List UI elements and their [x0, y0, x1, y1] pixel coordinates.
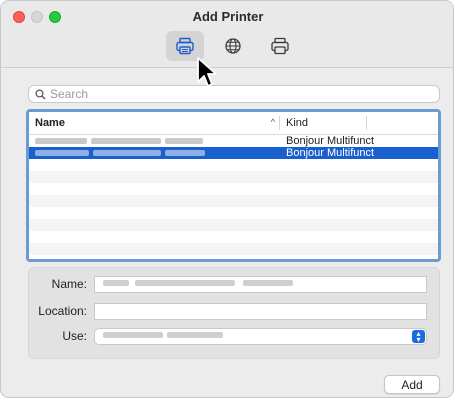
redacted-text [165, 138, 203, 144]
column-divider [366, 116, 367, 130]
location-label: Location: [38, 304, 87, 318]
redacted-text [165, 150, 205, 156]
redacted-text [135, 280, 235, 286]
redacted-text [91, 138, 161, 144]
empty-row [29, 231, 438, 243]
location-field[interactable] [94, 303, 427, 320]
column-name-label: Name [35, 117, 65, 129]
redacted-text [103, 280, 129, 286]
column-header-name[interactable]: Name ^ [29, 117, 279, 129]
redacted-text [93, 150, 161, 156]
sort-ascending-icon: ^ [270, 117, 275, 127]
printer-kind-cell: Bonjour Multifunct [286, 135, 375, 147]
empty-row [29, 195, 438, 207]
name-label: Name: [51, 277, 87, 291]
add-printer-window: Add Printer Search Name ^ Kind Bonjour M… [0, 0, 454, 398]
search-input[interactable] [50, 87, 410, 101]
redacted-text [35, 138, 87, 144]
redacted-text [35, 150, 89, 156]
name-field[interactable] [94, 276, 427, 293]
redacted-text [243, 280, 293, 286]
add-button[interactable]: Add [384, 375, 440, 394]
redacted-text [167, 332, 223, 338]
printer-outline-icon [270, 37, 290, 55]
printer-details-panel: Name: Location: Use: ▴ ▾ [28, 267, 440, 359]
empty-row [29, 159, 438, 171]
chevron-up-down-icon: ▴ ▾ [412, 329, 425, 343]
toolbar-windows-button[interactable] [261, 31, 299, 61]
mouse-pointer-icon [196, 56, 220, 93]
printer-name-cell [29, 147, 280, 159]
printer-icon [175, 37, 195, 55]
use-driver-select[interactable]: ▴ ▾ [94, 328, 427, 345]
printer-kind-cell: Bonjour Multifunct [286, 147, 375, 159]
use-label: Use: [62, 329, 87, 343]
printer-list[interactable]: Name ^ Kind Bonjour Multifunct Bonjour M… [26, 109, 441, 262]
empty-row [29, 171, 438, 183]
table-header: Name ^ Kind [29, 112, 438, 135]
redacted-text [103, 332, 163, 338]
globe-icon [224, 37, 242, 55]
empty-row [29, 219, 438, 231]
search-icon [35, 88, 46, 100]
empty-row [29, 183, 438, 195]
column-kind-label: Kind [286, 117, 309, 129]
empty-row [29, 243, 438, 255]
table-row[interactable]: Bonjour Multifunct [29, 135, 438, 147]
column-header-kind[interactable]: Kind [280, 117, 366, 129]
window-title: Add Printer [192, 9, 264, 24]
printer-name-cell [29, 135, 280, 147]
search-field[interactable] [28, 85, 440, 103]
table-row-selected[interactable]: Bonjour Multifunct [29, 147, 438, 159]
empty-row [29, 207, 438, 219]
titlebar: Add Printer [1, 1, 453, 68]
